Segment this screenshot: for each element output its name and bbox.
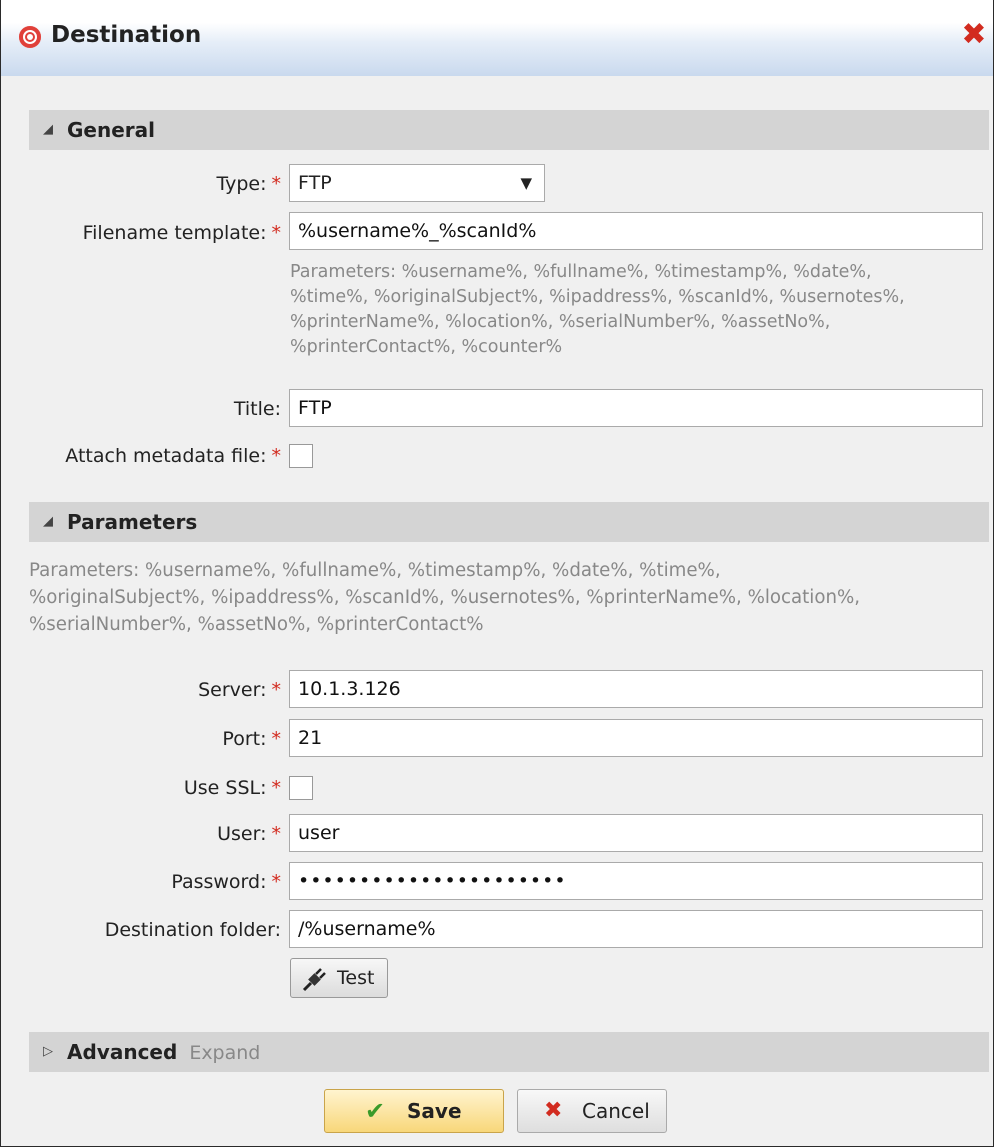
expand-icon: ▷ [43, 1044, 53, 1059]
parameters-hint: Parameters: %username%, %fullname%, %tim… [29, 557, 860, 638]
save-button[interactable]: ✔ Save [324, 1089, 504, 1133]
server-label: Server: * [198, 679, 281, 701]
filename-template-label: Filename template: * [83, 222, 281, 244]
destination-folder-label-text: Destination folder: [104, 919, 281, 941]
section-advanced-header[interactable]: ▷ Advanced Expand [29, 1032, 989, 1072]
hint-line: %originalSubject%, %ipaddress%, %scanId%… [29, 587, 861, 608]
type-select-value: FTP [298, 172, 332, 194]
user-label-text: User: [217, 823, 267, 845]
hint-line: %serialNumber%, %assetNo%, %printerConta… [29, 614, 484, 635]
title-input[interactable]: FTP [289, 389, 983, 427]
section-general-title: General [67, 118, 155, 142]
destination-folder-input[interactable]: /%username% [289, 910, 983, 948]
user-label: User: * [217, 823, 281, 845]
filename-template-label-text: Filename template: [82, 222, 267, 244]
expand-link[interactable]: Expand [189, 1042, 260, 1064]
password-label-text: Password: [171, 871, 267, 893]
chevron-down-icon: ▼ [520, 174, 532, 192]
title-label-text: Title: [233, 398, 281, 420]
type-label: Type: * [216, 173, 281, 195]
cancel-button-label: Cancel [582, 1099, 650, 1123]
required-marker: * [271, 445, 282, 467]
attach-metadata-label-text: Attach metadata file: [65, 445, 267, 467]
server-label-text: Server: [198, 679, 267, 701]
close-icon[interactable]: ✖ [959, 20, 989, 50]
required-marker: * [271, 777, 282, 799]
required-marker: * [271, 173, 282, 195]
section-general-header[interactable]: ◢ General [29, 110, 989, 150]
x-icon: ✖ [544, 1098, 563, 1123]
required-marker: * [271, 823, 282, 845]
filename-template-hint: Parameters: %username%, %fullname%, %tim… [290, 260, 905, 360]
required-marker: * [271, 679, 282, 701]
user-input[interactable]: user [289, 814, 983, 852]
password-input[interactable]: •••••••••••••••••••••• [289, 862, 983, 900]
dialog-titlebar[interactable]: Destination ✖ [1, 0, 993, 76]
test-button-label: Test [337, 967, 375, 989]
attach-metadata-label: Attach metadata file: * [65, 445, 281, 467]
collapse-icon: ◢ [43, 514, 53, 529]
section-parameters-header[interactable]: ◢ Parameters [29, 502, 989, 542]
title-label: Title: [234, 398, 281, 420]
port-label-text: Port: [222, 728, 267, 750]
cancel-button[interactable]: ✖ Cancel [517, 1089, 667, 1133]
destination-folder-label: Destination folder: [105, 919, 281, 941]
use-ssl-label: Use SSL: * [184, 777, 281, 799]
hint-line: %time%, %originalSubject%, %ipaddress%, … [290, 287, 905, 307]
test-button[interactable]: Test [290, 958, 388, 998]
hint-line: Parameters: %username%, %fullname%, %tim… [29, 560, 721, 581]
check-icon: ✔ [365, 1097, 386, 1125]
required-marker: * [271, 728, 282, 750]
hint-line: Parameters: %username%, %fullname%, %tim… [290, 262, 872, 282]
hint-line: %printerName%, %location%, %serialNumber… [290, 312, 831, 332]
server-input[interactable]: 10.1.3.126 [289, 670, 983, 708]
target-icon [19, 26, 41, 48]
advanced-title-text: Advanced [67, 1040, 178, 1064]
required-marker: * [271, 871, 282, 893]
port-input[interactable]: 21 [289, 719, 983, 757]
required-marker: * [271, 222, 282, 244]
save-button-label: Save [407, 1099, 462, 1123]
collapse-icon: ◢ [43, 122, 53, 137]
section-parameters-title: Parameters [67, 510, 198, 534]
use-ssl-label-text: Use SSL: [183, 777, 267, 799]
password-label: Password: * [171, 871, 281, 893]
use-ssl-checkbox[interactable] [289, 776, 313, 800]
hint-line: %printerContact%, %counter% [290, 337, 563, 357]
section-advanced-title: Advanced Expand [67, 1032, 260, 1073]
destination-dialog: Destination ✖ ◢ General Type: * FTP ▼ Fil… [0, 0, 994, 1147]
filename-template-input[interactable]: %username%_%scanId% [289, 212, 983, 250]
plug-icon [301, 959, 327, 997]
type-select[interactable]: FTP ▼ [289, 164, 545, 202]
attach-metadata-checkbox[interactable] [289, 444, 313, 468]
type-label-text: Type: [216, 173, 267, 195]
dialog-title: Destination [51, 22, 202, 48]
port-label: Port: * [222, 728, 281, 750]
